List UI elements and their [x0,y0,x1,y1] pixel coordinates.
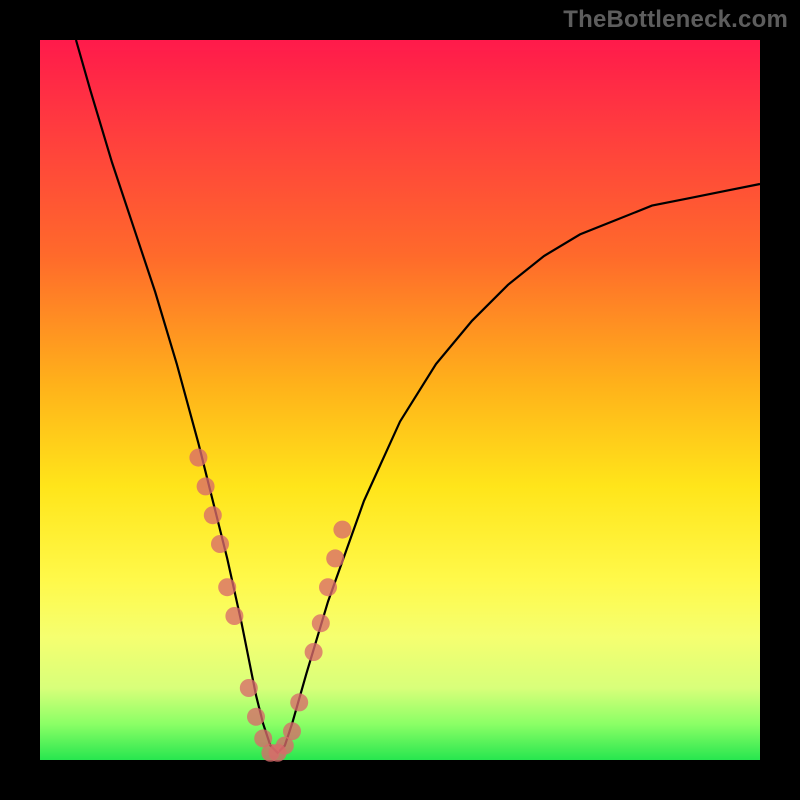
data-point [211,535,229,553]
data-point [312,614,330,632]
data-point [305,643,323,661]
chart-svg [40,40,760,760]
data-point [204,506,222,524]
watermark-label: TheBottleneck.com [563,6,788,34]
plot-area [40,40,760,760]
data-point [290,693,308,711]
curve-path [76,40,760,753]
data-point [197,477,215,495]
data-point [283,722,301,740]
data-point [225,607,243,625]
data-point [218,578,236,596]
data-point [240,679,258,697]
data-point [326,549,344,567]
data-point [247,708,265,726]
data-point [333,521,351,539]
data-point [319,578,337,596]
data-point [189,449,207,467]
curve-series [76,40,760,753]
chart-canvas: TheBottleneck.com [0,0,800,800]
